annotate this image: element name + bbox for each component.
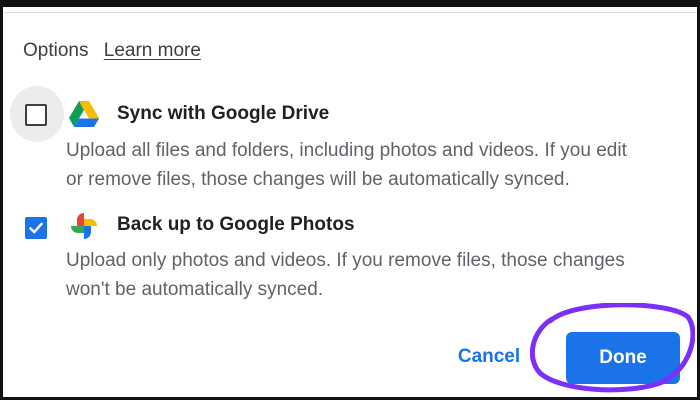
dialog-frame: Options Learn more Sync with Google Driv… [0,0,700,400]
sync-drive-description-line: Upload all files and folders, including … [66,140,627,161]
sync-drive-checkbox[interactable] [25,104,47,126]
cancel-button[interactable]: Cancel [449,337,529,377]
backup-photos-title: Back up to Google Photos [117,214,355,235]
sync-drive-description-line: or remove files, those changes will be a… [66,169,570,190]
sync-drive-description: Upload all files and folders, including … [66,136,686,194]
top-divider [3,12,697,13]
backup-photos-checkbox[interactable] [25,217,47,239]
sync-drive-title: Sync with Google Drive [117,103,330,124]
google-photos-icon [69,211,99,241]
options-header: Options Learn more [23,40,201,62]
learn-more-link[interactable]: Learn more [104,40,201,61]
options-label: Options [23,40,89,61]
backup-photos-description-line: Upload only photos and videos. If you re… [66,250,625,271]
done-button[interactable]: Done [566,332,680,384]
google-drive-icon [69,99,99,129]
backup-photos-description: Upload only photos and videos. If you re… [66,246,686,304]
checkmark-icon [28,222,44,234]
backup-photos-description-line: won't be automatically synced. [66,279,324,300]
